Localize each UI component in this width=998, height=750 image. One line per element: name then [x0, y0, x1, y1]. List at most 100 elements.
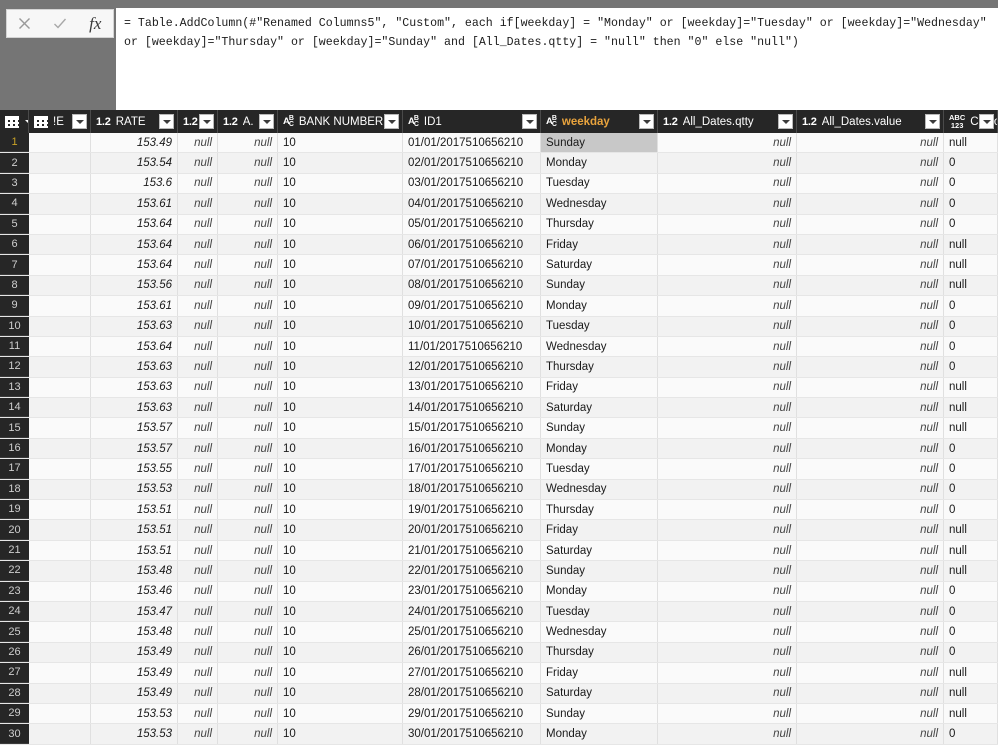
cell-id1[interactable]: 17/01/2017510656210 [403, 459, 541, 479]
cell-value[interactable]: null [797, 479, 944, 500]
cell-custom[interactable]: 0 [944, 194, 998, 214]
cell-c_date[interactable] [29, 336, 91, 357]
cell-weekday[interactable]: Saturday [541, 255, 658, 275]
cell-bank[interactable]: 10 [278, 459, 403, 479]
row-number[interactable]: 4 [0, 194, 29, 214]
table-row[interactable]: 13 153.63 null null 10 13/01/2017510656210 Fri… [0, 377, 998, 399]
cell-qtty[interactable]: null [658, 540, 797, 561]
cell-c_date[interactable] [29, 153, 91, 173]
cell-c_date[interactable] [29, 255, 91, 275]
cell-value[interactable]: null [797, 377, 944, 398]
row-number[interactable]: 29 [0, 703, 29, 724]
cell-id1[interactable]: 14/01/2017510656210 [403, 398, 541, 418]
cell-value[interactable]: null [797, 153, 944, 173]
table-row[interactable]: 6 153.64 null null 10 06/01/2017510656210 Frid… [0, 234, 998, 256]
table-row[interactable]: 19 153.51 null null 10 19/01/2017510656210 Thu… [0, 500, 998, 521]
filter-dropdown-qtty[interactable] [778, 114, 793, 129]
formula-input[interactable]: = Table.AddColumn(#"Renamed Columns5", "… [116, 8, 998, 110]
cell-bank[interactable]: 10 [278, 561, 403, 581]
cell-weekday[interactable]: Sunday [541, 418, 658, 438]
filter-dropdown-custom[interactable] [979, 114, 994, 129]
cell-rate[interactable]: 153.63 [91, 357, 178, 377]
cell-weekday[interactable]: Sunday [541, 275, 658, 296]
filter-dropdown-c_date[interactable] [72, 114, 87, 129]
cell-c_date[interactable] [29, 173, 91, 194]
cell-c_date[interactable] [29, 663, 91, 683]
cell-weekday[interactable]: Tuesday [541, 459, 658, 479]
cell-narrow1[interactable]: null [178, 459, 218, 479]
fx-icon[interactable]: fx [78, 10, 113, 37]
cell-value[interactable]: null [797, 520, 944, 540]
cell-rate[interactable]: 153.53 [91, 724, 178, 744]
cell-value[interactable]: null [797, 418, 944, 438]
cell-narrow2[interactable]: null [218, 561, 278, 581]
cell-custom[interactable]: 0 [944, 581, 998, 601]
cell-narrow1[interactable]: null [178, 479, 218, 500]
table-row[interactable]: 26 153.49 null null 10 26/01/2017510656210 Thu… [0, 642, 998, 664]
cell-narrow1[interactable]: null [178, 561, 218, 581]
cell-weekday[interactable]: Monday [541, 581, 658, 601]
cell-id1[interactable]: 10/01/2017510656210 [403, 316, 541, 336]
cell-rate[interactable]: 153.64 [91, 336, 178, 357]
cell-narrow2[interactable]: null [218, 601, 278, 622]
column-header-value[interactable]: 1.2 All_Dates.value [797, 110, 944, 133]
cell-narrow1[interactable]: null [178, 275, 218, 296]
cell-rate[interactable]: 153.61 [91, 194, 178, 214]
cell-narrow1[interactable]: null [178, 683, 218, 703]
cell-rate[interactable]: 153.46 [91, 581, 178, 601]
table-row[interactable]: 16 153.57 null null 10 16/01/2017510656210 Mon… [0, 438, 998, 460]
cell-value[interactable]: null [797, 683, 944, 703]
cell-custom[interactable]: 0 [944, 357, 998, 377]
cell-custom[interactable]: null [944, 520, 998, 540]
cell-custom[interactable]: 0 [944, 642, 998, 663]
cell-narrow1[interactable]: null [178, 398, 218, 418]
row-number[interactable]: 6 [0, 234, 29, 255]
row-number[interactable]: 14 [0, 398, 29, 418]
cell-custom[interactable]: null [944, 703, 998, 724]
cell-value[interactable]: null [797, 703, 944, 724]
cell-id1[interactable]: 30/01/2017510656210 [403, 724, 541, 744]
cell-id1[interactable]: 09/01/2017510656210 [403, 296, 541, 316]
check-icon[interactable] [42, 10, 77, 37]
cell-narrow2[interactable]: null [218, 438, 278, 459]
cell-rate[interactable]: 153.55 [91, 459, 178, 479]
table-row[interactable]: 25 153.48 null null 10 25/01/2017510656210 Wed… [0, 622, 998, 643]
cell-qtty[interactable]: null [658, 683, 797, 703]
cell-c_date[interactable] [29, 581, 91, 601]
row-number[interactable]: 13 [0, 377, 29, 398]
table-row[interactable]: 17 153.55 null null 10 17/01/2017510656210 Tue… [0, 459, 998, 480]
table-row[interactable]: 14 153.63 null null 10 14/01/2017510656210 Sat… [0, 398, 998, 419]
cell-qtty[interactable]: null [658, 622, 797, 642]
cell-rate[interactable]: 153.57 [91, 438, 178, 459]
cell-weekday[interactable]: Wednesday [541, 194, 658, 214]
cell-custom[interactable]: 0 [944, 479, 998, 500]
cell-bank[interactable]: 10 [278, 520, 403, 540]
row-number[interactable]: 2 [0, 153, 29, 173]
cell-rate[interactable]: 153.6 [91, 173, 178, 194]
cell-id1[interactable]: 28/01/2017510656210 [403, 683, 541, 703]
cell-rate[interactable]: 153.54 [91, 153, 178, 173]
cell-c_date[interactable] [29, 520, 91, 540]
cell-narrow2[interactable]: null [218, 581, 278, 601]
cell-qtty[interactable]: null [658, 703, 797, 724]
cell-qtty[interactable]: null [658, 520, 797, 540]
row-number[interactable]: 22 [0, 561, 29, 581]
cell-value[interactable]: null [797, 173, 944, 194]
cell-weekday[interactable]: Monday [541, 153, 658, 173]
cell-narrow2[interactable]: null [218, 540, 278, 561]
cell-qtty[interactable]: null [658, 459, 797, 479]
cell-custom[interactable]: 0 [944, 173, 998, 194]
cell-custom[interactable]: 0 [944, 459, 998, 479]
cell-custom[interactable]: null [944, 418, 998, 438]
cell-c_date[interactable] [29, 724, 91, 744]
cell-rate[interactable]: 153.51 [91, 520, 178, 540]
cell-narrow2[interactable]: null [218, 255, 278, 275]
cell-value[interactable]: null [797, 724, 944, 744]
cell-bank[interactable]: 10 [278, 438, 403, 459]
table-row[interactable]: 5 153.64 null null 10 05/01/2017510656210 Thur… [0, 214, 998, 235]
cell-narrow1[interactable]: null [178, 234, 218, 255]
row-number[interactable]: 3 [0, 173, 29, 194]
filter-dropdown-value[interactable] [925, 114, 940, 129]
cell-narrow1[interactable]: null [178, 418, 218, 438]
row-number[interactable]: 18 [0, 479, 29, 500]
